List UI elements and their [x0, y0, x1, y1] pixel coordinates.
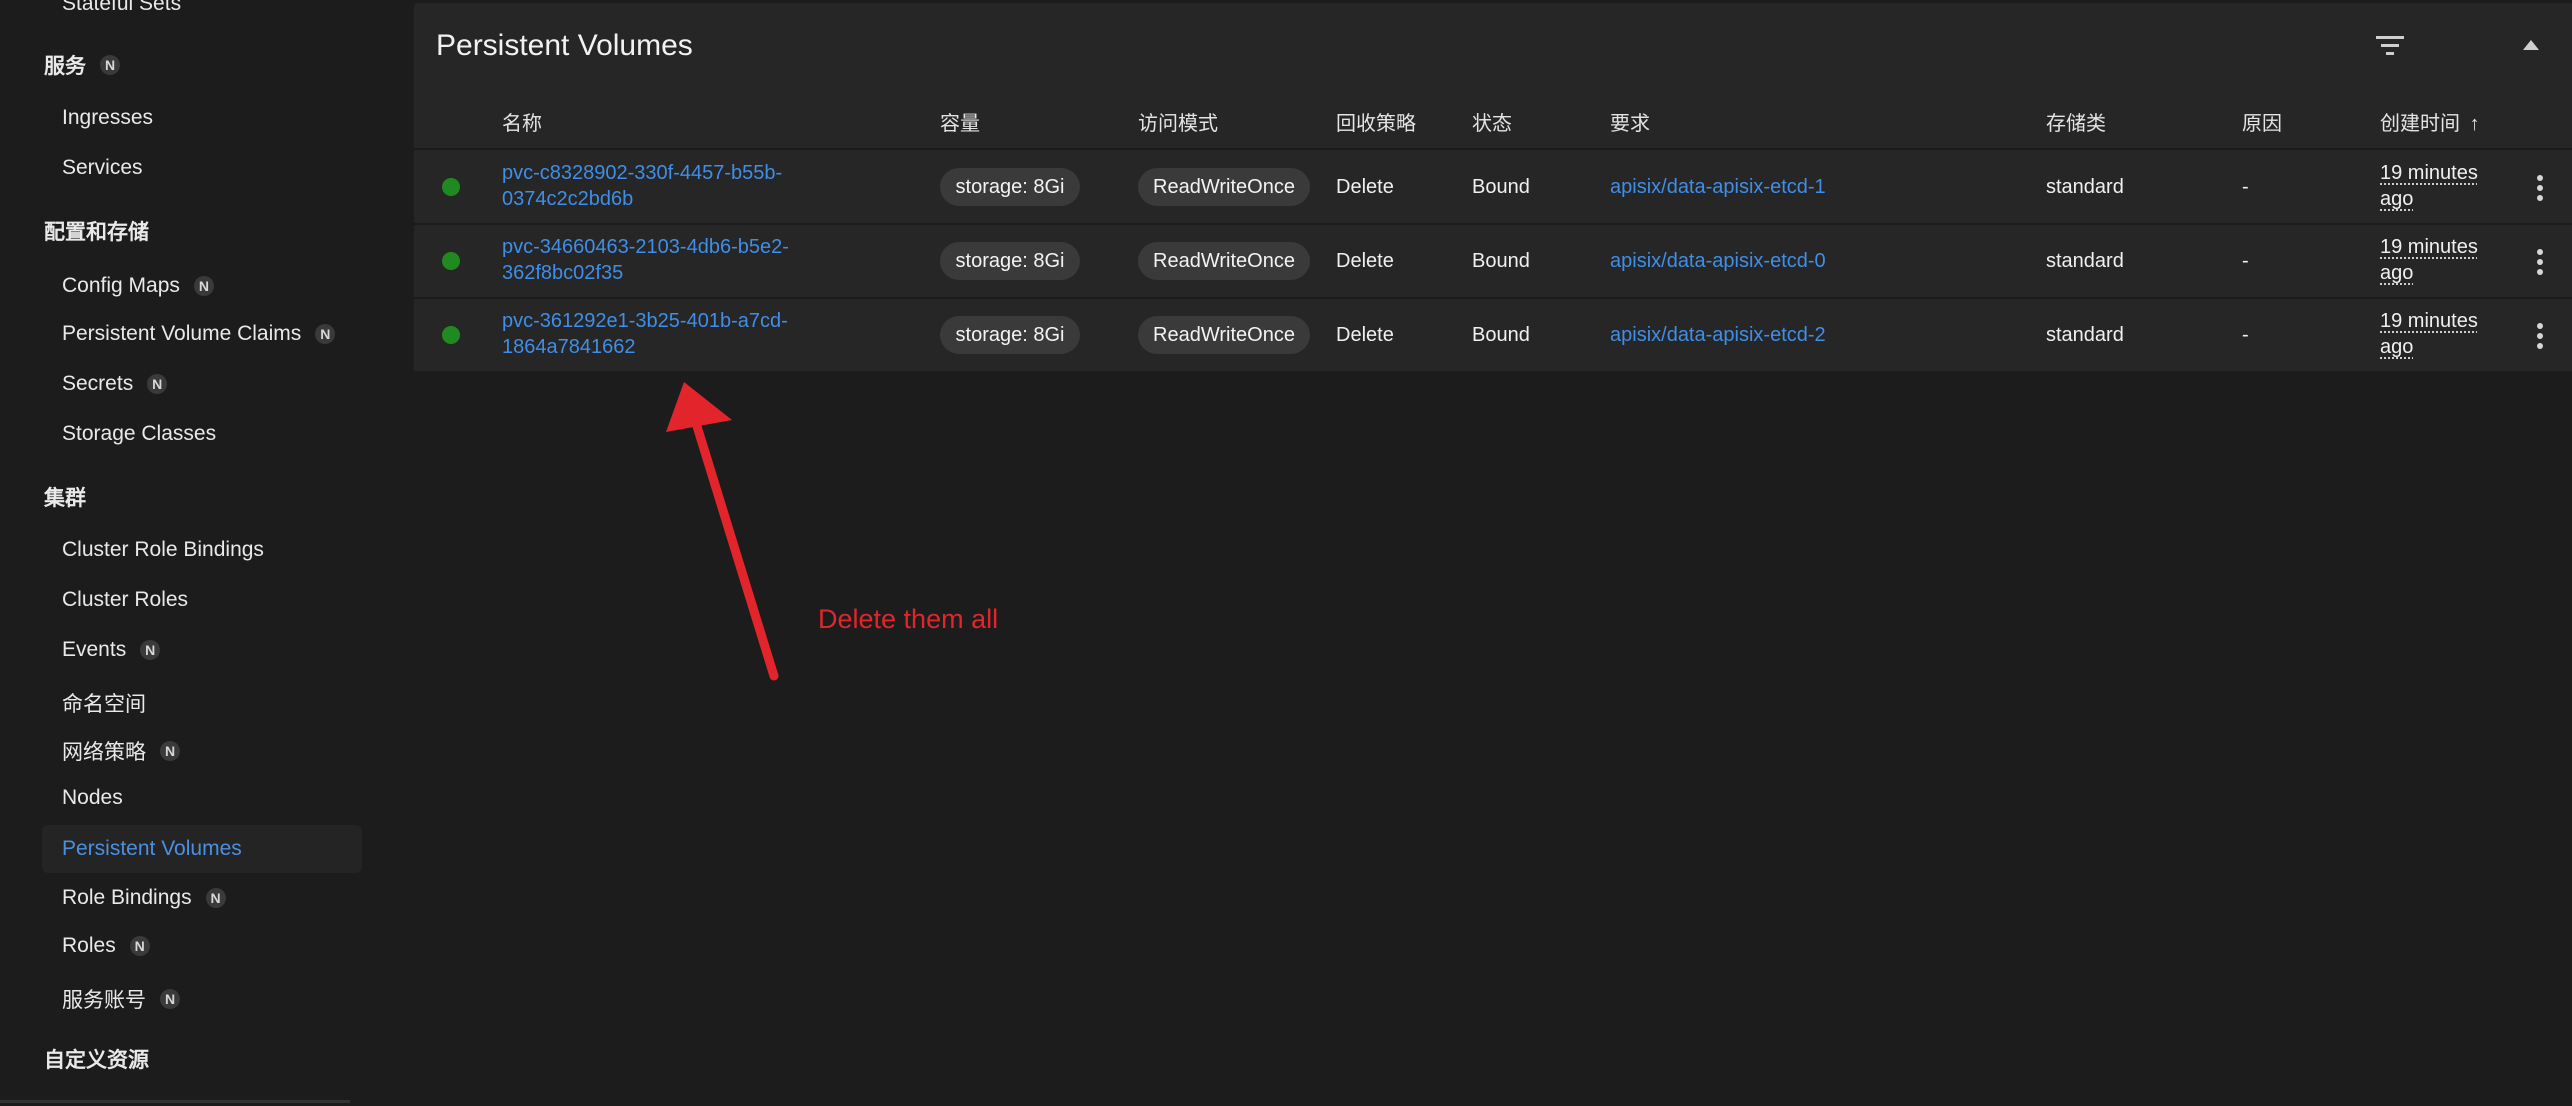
sidebar-item-cluster-roles[interactable]: Cluster Roles: [62, 588, 188, 612]
status-ok-icon: [442, 326, 460, 344]
sidebar-item-config-maps[interactable]: Config Maps N: [62, 274, 214, 298]
column-header-claim[interactable]: 要求: [1610, 107, 1650, 136]
pv-name-link[interactable]: pvc-361292e1-3b25-401b-a7cd-1864a7841662: [502, 308, 832, 360]
column-header-status[interactable]: 状态: [1472, 107, 1512, 136]
table-row[interactable]: pvc-c8328902-330f-4457-b55b-0374c2c2bd6b…: [414, 150, 2572, 225]
column-header-access-mode[interactable]: 访问模式: [1138, 107, 1218, 136]
new-badge: N: [100, 55, 120, 75]
sidebar-item-events[interactable]: Events N: [62, 638, 161, 662]
column-header-reason[interactable]: 原因: [2242, 107, 2282, 136]
sidebar-item-nodes[interactable]: Nodes: [62, 786, 123, 810]
capacity-chip: storage: 8Gi: [940, 242, 1080, 280]
reclaim-policy: Delete: [1336, 250, 1394, 272]
pv-name-link[interactable]: pvc-34660463-2103-4db6-b5e2-362f8bc02f35: [502, 234, 832, 286]
sidebar-section-services[interactable]: 服务 N: [44, 50, 120, 80]
storage-class: standard: [2046, 324, 2124, 346]
status-text: Bound: [1472, 250, 1530, 272]
sidebar-item-network-policies[interactable]: 网络策略 N: [62, 736, 180, 766]
capacity-chip: storage: 8Gi: [940, 316, 1080, 354]
reason: -: [2242, 324, 2249, 346]
sidebar-section-cluster[interactable]: 集群: [44, 482, 86, 512]
sort-ascending-icon: ↑: [2469, 113, 2480, 135]
sidebar-item-persistent-volume-claims[interactable]: Persistent Volume Claims N: [62, 322, 336, 346]
access-mode-chip: ReadWriteOnce: [1138, 316, 1310, 354]
sidebar-item-services[interactable]: Services: [62, 156, 143, 180]
created-age: 19 minutes ago: [2380, 162, 2478, 210]
storage-class: standard: [2046, 176, 2124, 198]
new-badge: N: [160, 741, 180, 761]
reclaim-policy: Delete: [1336, 324, 1394, 346]
sidebar-section-custom-resources[interactable]: 自定义资源: [44, 1044, 149, 1074]
column-header-storage-class[interactable]: 存储类: [2046, 107, 2106, 136]
sidebar-section-config-storage[interactable]: 配置和存储: [44, 216, 149, 246]
sidebar-item-stateful-sets[interactable]: Stateful Sets: [62, 0, 181, 16]
annotation-text: Delete them all: [818, 604, 999, 634]
created-age: 19 minutes ago: [2380, 310, 2478, 358]
reason: -: [2242, 250, 2249, 272]
table-row[interactable]: pvc-361292e1-3b25-401b-a7cd-1864a7841662…: [414, 298, 2572, 372]
status-ok-icon: [442, 178, 460, 196]
column-header-name[interactable]: 名称: [502, 107, 542, 136]
claim-link[interactable]: apisix/data-apisix-etcd-2: [1610, 324, 1826, 347]
column-header-capacity[interactable]: 容量: [940, 107, 980, 136]
table-row[interactable]: pvc-34660463-2103-4db6-b5e2-362f8bc02f35…: [414, 224, 2572, 299]
page-title: Persistent Volumes: [436, 29, 693, 62]
column-header-reclaim-policy[interactable]: 回收策略: [1336, 107, 1416, 136]
new-badge: N: [129, 936, 150, 956]
filter-icon[interactable]: [2376, 35, 2404, 57]
new-badge: N: [193, 276, 214, 296]
status-text: Bound: [1472, 324, 1530, 346]
new-badge: N: [160, 989, 180, 1009]
new-badge: N: [205, 888, 226, 908]
status-text: Bound: [1472, 176, 1530, 198]
more-actions-icon[interactable]: [2536, 248, 2544, 276]
sidebar-item-roles[interactable]: Roles N: [62, 934, 150, 958]
annotation-arrow-icon: [666, 382, 779, 681]
sidebar-item-secrets[interactable]: Secrets N: [62, 372, 168, 396]
access-mode-chip: ReadWriteOnce: [1138, 168, 1310, 206]
sidebar-item-role-bindings[interactable]: Role Bindings N: [62, 886, 226, 910]
storage-class: standard: [2046, 250, 2124, 272]
reason: -: [2242, 176, 2249, 198]
new-badge: N: [140, 640, 161, 660]
sidebar-item-cluster-role-bindings[interactable]: Cluster Role Bindings: [62, 538, 264, 562]
pv-name-link[interactable]: pvc-c8328902-330f-4457-b55b-0374c2c2bd6b: [502, 160, 832, 212]
column-header-created[interactable]: 创建时间 ↑: [2380, 107, 2480, 136]
access-mode-chip: ReadWriteOnce: [1138, 242, 1310, 280]
new-badge: N: [147, 374, 168, 394]
more-actions-icon[interactable]: [2536, 174, 2544, 202]
sidebar: Stateful Sets 服务 N Ingresses Services 配置…: [0, 0, 364, 1106]
capacity-chip: storage: 8Gi: [940, 168, 1080, 206]
sidebar-item-service-accounts[interactable]: 服务账号 N: [62, 984, 180, 1014]
sidebar-item-storage-classes[interactable]: Storage Classes: [62, 422, 216, 446]
claim-link[interactable]: apisix/data-apisix-etcd-0: [1610, 250, 1826, 273]
reclaim-policy: Delete: [1336, 176, 1394, 198]
collapse-up-icon[interactable]: [2522, 39, 2540, 51]
status-ok-icon: [442, 252, 460, 270]
more-actions-icon[interactable]: [2536, 322, 2544, 350]
sidebar-scroll-divider: [0, 1100, 350, 1103]
created-age: 19 minutes ago: [2380, 236, 2478, 284]
sidebar-item-persistent-volumes[interactable]: Persistent Volumes: [42, 825, 362, 873]
sidebar-item-namespaces[interactable]: 命名空间: [62, 688, 146, 718]
claim-link[interactable]: apisix/data-apisix-etcd-1: [1610, 176, 1826, 199]
sidebar-item-ingresses[interactable]: Ingresses: [62, 106, 153, 130]
persistent-volumes-panel: Persistent Volumes 名称 容量 访问模式 回收策略 状态 要求…: [414, 3, 2572, 371]
new-badge: N: [315, 324, 336, 344]
